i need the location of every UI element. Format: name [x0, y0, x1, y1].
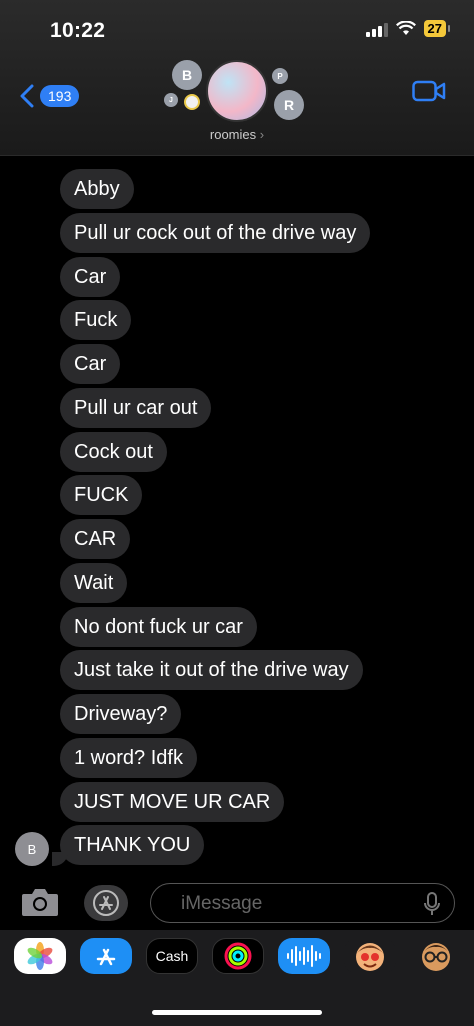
message-bubble[interactable]: FUCK — [60, 475, 143, 515]
app-store-button[interactable] — [84, 885, 128, 921]
message-input[interactable]: iMessage — [150, 883, 455, 923]
group-avatar-cluster[interactable]: B P R J — [160, 58, 310, 128]
message-bubble[interactable]: THANK YOU — [60, 825, 205, 865]
avatar-j: J — [164, 93, 178, 107]
camera-icon[interactable] — [20, 886, 60, 918]
avatar-b: B — [172, 60, 202, 90]
group-name-label: roomies — [209, 127, 257, 142]
message-bubble[interactable]: CAR — [60, 519, 131, 559]
avatar-r: R — [274, 90, 304, 120]
app-store-icon — [93, 890, 119, 916]
back-button[interactable]: 193 — [20, 84, 80, 108]
appstore-app-button[interactable] — [80, 938, 132, 974]
status-time: 10:22 — [50, 19, 106, 42]
home-indicator[interactable] — [152, 1010, 322, 1015]
memoji-glasses-icon — [422, 943, 450, 971]
message-bubble[interactable]: Car — [60, 344, 121, 384]
unread-count-badge: 193 — [40, 85, 80, 107]
sender-avatar[interactable]: B — [15, 832, 49, 866]
apple-cash-app-button[interactable]: Cash — [146, 938, 198, 974]
microphone-icon[interactable] — [424, 892, 440, 916]
photos-app-button[interactable] — [14, 938, 66, 974]
message-bubble[interactable]: Abby — [60, 169, 134, 209]
status-icons: 27 — [365, 20, 451, 37]
memoji-stickers-button[interactable] — [344, 938, 396, 974]
message-bubble[interactable]: Car — [60, 257, 121, 297]
battery-indicator: 27 — [423, 20, 451, 37]
apple-cash-label: Cash — [155, 948, 189, 964]
video-call-icon[interactable] — [412, 80, 446, 102]
avatar-white-dot — [184, 94, 200, 110]
message-bubble[interactable]: Pull ur car out — [60, 388, 212, 428]
message-bubble[interactable]: Fuck — [60, 300, 132, 340]
message-bubble[interactable]: Driveway? — [60, 694, 182, 734]
group-photo-avatar — [206, 60, 268, 122]
activity-rings-icon — [224, 942, 252, 970]
wifi-icon — [395, 21, 416, 35]
message-input-placeholder: iMessage — [181, 893, 263, 914]
conversation-header: 10:22 27 193 B P R J roomies › — [0, 0, 474, 156]
message-bubble[interactable]: Pull ur cock out of the drive way — [60, 213, 371, 253]
message-bubble[interactable]: Cock out — [60, 432, 167, 472]
message-bubble[interactable]: 1 word? Idfk — [60, 738, 197, 778]
memoji-face-icon — [356, 943, 384, 971]
group-name[interactable]: roomies › — [0, 127, 474, 142]
app-store-a-icon — [96, 948, 116, 966]
fitness-app-button[interactable] — [212, 938, 264, 974]
memoji-button[interactable] — [410, 938, 462, 974]
cellular-signal-icon — [365, 21, 388, 37]
compose-bar: iMessage — [0, 878, 474, 930]
message-bubble[interactable]: JUST MOVE UR CAR — [60, 782, 285, 822]
chevron-left-icon — [20, 84, 34, 108]
message-bubble[interactable]: Wait — [60, 563, 128, 603]
chevron-right-icon: › — [259, 127, 265, 142]
message-bubble[interactable]: Just take it out of the drive way — [60, 650, 363, 690]
audio-waveform-icon — [287, 945, 321, 967]
avatar-p: P — [272, 68, 288, 84]
voice-memo-app-button[interactable] — [278, 938, 330, 974]
photos-icon — [27, 942, 53, 970]
message-thread[interactable]: Abby Pull ur cock out of the drive way C… — [0, 155, 474, 875]
message-bubble[interactable]: No dont fuck ur car — [60, 607, 257, 647]
